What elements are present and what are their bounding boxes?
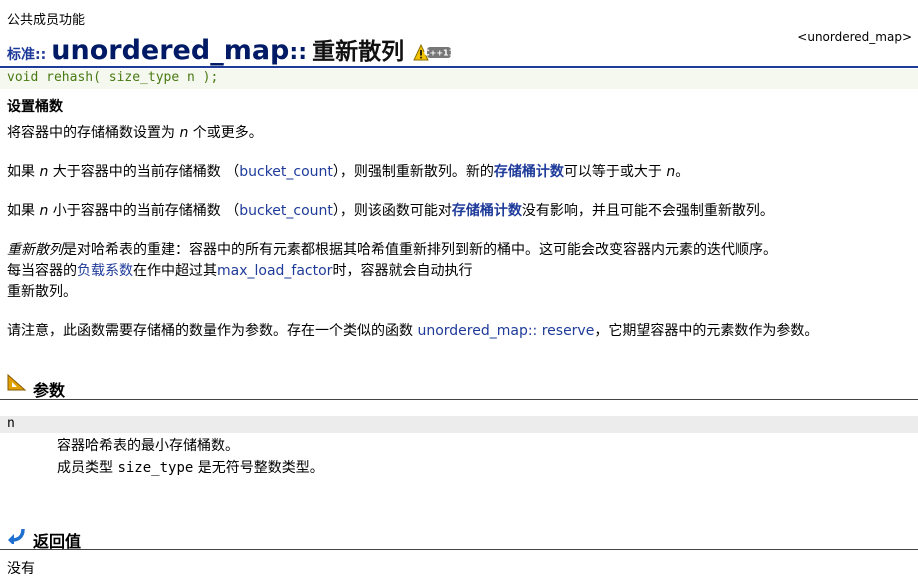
member-kind-label: 公共成员功能 (7, 13, 86, 28)
param-ref: n (179, 125, 189, 141)
paragraph-shrink: 如果 n 小于容器中的当前存储桶数 （bucket_count），则该函数可能对… (7, 203, 774, 219)
param-ref: n (39, 203, 49, 219)
cpp11-warning-icon: C++11 (413, 43, 455, 66)
return-value-text: 没有 (7, 561, 35, 577)
title-method-name: 重新散列 (312, 39, 405, 65)
param-ref: n (39, 164, 49, 180)
parameters-heading: 参数 (33, 381, 66, 400)
title-class-link[interactable]: unordered_map (51, 35, 289, 66)
parameter-name: n (7, 416, 15, 431)
svg-text:C++11: C++11 (424, 48, 453, 57)
parameter-desc-line1: 容器哈希表的最小存储桶数。 (57, 438, 239, 454)
parameter-bar (0, 416, 918, 433)
return-arrow-icon (7, 526, 27, 548)
summary-heading: 设置桶数 (7, 99, 63, 115)
paragraph-reserve-note: 请注意，此函数需要存储桶的数量作为参数。存在一个类似的函数 unordered_… (7, 323, 819, 339)
paragraph-rehash-line3: 重新散列。 (7, 284, 77, 300)
paragraph-rehash-line2: 每当容器的负载系数在作中超过其max_load_factor时，容器就会自动执行 (7, 263, 473, 279)
title-namespace-link[interactable]: 标准:: (7, 47, 46, 63)
load-factor-link[interactable]: 负载系数 (77, 263, 133, 279)
return-value-rule (0, 549, 918, 550)
summary-line: 将容器中的存储桶数设置为 n 个或更多。 (7, 125, 263, 141)
title-rule (0, 66, 918, 68)
bucket-count-term-link[interactable]: 存储桶计数 (494, 164, 564, 180)
paragraph-grow: 如果 n 大于容器中的当前存储桶数 （bucket_count），则强制重新散列… (7, 164, 690, 180)
max-load-factor-link[interactable]: max_load_factor (217, 263, 332, 279)
rehash-term: 重新散列 (7, 242, 63, 258)
function-prototype: void rehash( size_type n ); (7, 70, 219, 85)
bucket-count-link[interactable]: bucket_count (239, 164, 333, 180)
header-reference-link[interactable]: <unordered_map> (797, 30, 912, 44)
size-type-code: size_type (117, 460, 194, 476)
reserve-link[interactable]: unordered_map:: reserve (417, 323, 594, 339)
param-ref: n (666, 164, 676, 180)
parameters-rule (0, 399, 918, 400)
bucket-count-term-link[interactable]: 存储桶计数 (452, 203, 522, 219)
ruler-icon (7, 373, 27, 395)
title-scope-separator: :: (289, 40, 307, 65)
bucket-count-link[interactable]: bucket_count (239, 203, 333, 219)
page-title: 标准:: unordered_map:: 重新散列 C++11 (7, 32, 455, 66)
parameter-desc-line2: 成员类型 size_type 是无符号整数类型。 (57, 460, 324, 476)
paragraph-rehash-line1: 重新散列是对哈希表的重建：容器中的所有元素都根据其哈希值重新排列到新的桶中。这可… (7, 242, 777, 258)
